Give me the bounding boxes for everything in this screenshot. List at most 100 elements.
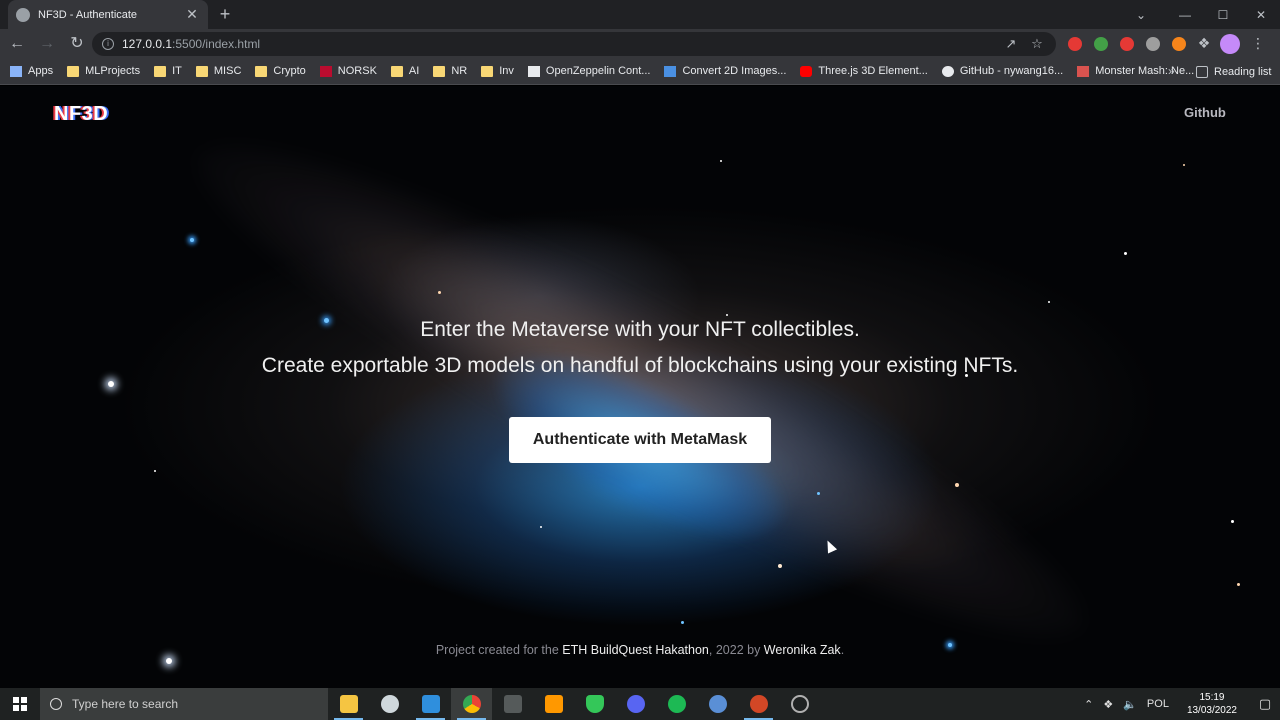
bookmark-item[interactable]: Convert 2D Images... — [664, 65, 786, 77]
reading-list-button[interactable]: Reading list — [1196, 58, 1271, 85]
bookmark-item[interactable]: IT — [154, 65, 182, 77]
taskbar-app[interactable] — [451, 688, 492, 720]
forward-arrow-icon[interactable]: → — [34, 31, 60, 57]
powerpoint-icon — [749, 695, 768, 713]
taskbar-search[interactable]: Type here to search — [40, 688, 328, 720]
bookmark-item[interactable]: Apps — [10, 65, 53, 77]
browser-titlebar: NF3D - Authenticate ✕ + ⌄ — ☐ ✕ — [0, 0, 1280, 29]
footer-event-link[interactable]: ETH BuildQuest Hakathon — [562, 643, 709, 657]
input-language[interactable]: POL — [1147, 698, 1169, 710]
extension-red-icon[interactable] — [1068, 36, 1082, 51]
start-button[interactable] — [0, 688, 40, 720]
terminal-icon — [503, 695, 522, 713]
close-window-button[interactable]: ✕ — [1242, 8, 1280, 22]
windows-taskbar: Type here to search ⌃ ❖ 🔈 POL 15:19 13/0… — [0, 688, 1280, 720]
footer-author-link[interactable]: Weronika Zak — [764, 643, 841, 657]
taskbar-app[interactable] — [697, 688, 738, 720]
star — [540, 526, 542, 528]
taskbar-app[interactable] — [533, 688, 574, 720]
star — [955, 483, 959, 487]
bookmark-item[interactable]: Crypto — [255, 65, 306, 77]
chrome-icon — [462, 695, 481, 713]
taskbar-app[interactable] — [369, 688, 410, 720]
bookmark-item[interactable]: Inv — [481, 65, 514, 77]
taskbar-app[interactable] — [574, 688, 615, 720]
extensions-puzzle-icon[interactable]: ❖ — [1194, 35, 1214, 52]
windows-logo-icon — [13, 697, 27, 711]
address-bar[interactable]: i 127.0.0.1:5500/index.html ↗ ☆ — [92, 32, 1056, 56]
bookmark-item[interactable]: GitHub - nywang16... — [941, 65, 1063, 77]
reload-icon[interactable]: ↻ — [64, 31, 90, 57]
star — [1048, 301, 1050, 303]
bookmark-item[interactable]: MLProjects — [67, 65, 140, 77]
bookmarks-overflow-icon[interactable]: » — [1168, 58, 1175, 85]
site-logo[interactable]: NF3D — [54, 103, 108, 126]
footer-middle: , 2022 by — [708, 643, 764, 657]
taskbar-clock[interactable]: 15:19 13/03/2022 — [1182, 691, 1242, 717]
profile-avatar[interactable] — [1220, 33, 1240, 54]
star — [166, 658, 172, 664]
star — [681, 621, 684, 624]
flag-icon — [319, 65, 332, 77]
share-icon[interactable]: ↗ — [998, 36, 1024, 52]
taskbar-app[interactable] — [410, 688, 451, 720]
taskbar-app[interactable] — [656, 688, 697, 720]
bookmarks-bar: Apps MLProjects IT MISC Crypto NORSK AI … — [0, 58, 1280, 85]
extension-shield-icon[interactable] — [1094, 36, 1108, 51]
vscode-icon — [421, 695, 440, 713]
spotify-icon — [667, 695, 686, 713]
bookmark-item[interactable]: AI — [390, 65, 419, 77]
star — [726, 314, 728, 316]
volume-icon[interactable]: 🔈 — [1123, 698, 1137, 711]
hero-description: Create exportable 3D models on handful o… — [261, 354, 1019, 377]
bookmark-star-icon[interactable]: ☆ — [1024, 36, 1050, 52]
taskbar-apps — [328, 688, 820, 720]
new-tab-button[interactable]: + — [214, 3, 236, 25]
close-tab-icon[interactable]: ✕ — [184, 6, 200, 23]
folder-icon — [481, 65, 494, 77]
tab-search-icon[interactable]: ⌄ — [1126, 8, 1156, 22]
obs-icon — [790, 695, 809, 713]
star — [1183, 164, 1185, 166]
discord-icon — [626, 695, 645, 713]
taskbar-app[interactable] — [615, 688, 656, 720]
back-arrow-icon[interactable]: ← — [4, 31, 30, 57]
star — [778, 564, 782, 568]
extension-adblock-icon[interactable] — [1120, 36, 1134, 51]
star — [720, 160, 722, 162]
star — [108, 381, 114, 387]
bookmark-item[interactable]: NR — [433, 65, 467, 77]
bookmark-item[interactable]: Three.js 3D Element... — [800, 65, 928, 77]
apps-icon — [10, 65, 22, 77]
folder-icon — [67, 65, 80, 77]
star — [1237, 583, 1240, 586]
bookmark-item[interactable]: NORSK — [319, 65, 377, 77]
metamask-fox-icon[interactable] — [1172, 36, 1186, 51]
taskbar-app[interactable] — [738, 688, 779, 720]
maximize-button[interactable]: ☐ — [1204, 8, 1242, 22]
browser-tab[interactable]: NF3D - Authenticate ✕ — [8, 0, 208, 29]
site-info-icon[interactable]: i — [102, 38, 114, 50]
taskbar-app[interactable] — [492, 688, 533, 720]
bookmark-item[interactable]: Monster Mash: Ne... — [1077, 65, 1194, 77]
taskbar-app[interactable] — [779, 688, 820, 720]
kebab-menu-icon[interactable]: ⋮ — [1248, 35, 1268, 52]
browser-toolbar: ← → ↻ i 127.0.0.1:5500/index.html ↗ ☆ ❖ … — [0, 29, 1280, 58]
clock-time: 15:19 — [1199, 692, 1225, 703]
minimize-button[interactable]: — — [1166, 8, 1204, 22]
star — [817, 492, 820, 495]
extension-gear-icon[interactable] — [1146, 36, 1160, 51]
authenticate-metamask-button[interactable]: Authenticate with MetaMask — [509, 417, 771, 463]
chevron-up-icon[interactable]: ⌃ — [1084, 698, 1093, 711]
taskbar-app[interactable] — [328, 688, 369, 720]
bookmark-item[interactable]: OpenZeppelin Cont... — [527, 65, 650, 77]
reading-list-icon — [1196, 65, 1208, 78]
app-icon — [380, 695, 399, 713]
bookmark-item[interactable]: MISC — [195, 65, 241, 77]
network-icon[interactable]: ❖ — [1103, 698, 1113, 711]
footer-prefix: Project created for the — [435, 643, 563, 657]
github-nav-link[interactable]: Github — [1184, 105, 1226, 120]
notification-icon[interactable]: ▢ — [1250, 696, 1280, 712]
shield-app-icon — [585, 695, 604, 713]
star — [1124, 252, 1127, 255]
